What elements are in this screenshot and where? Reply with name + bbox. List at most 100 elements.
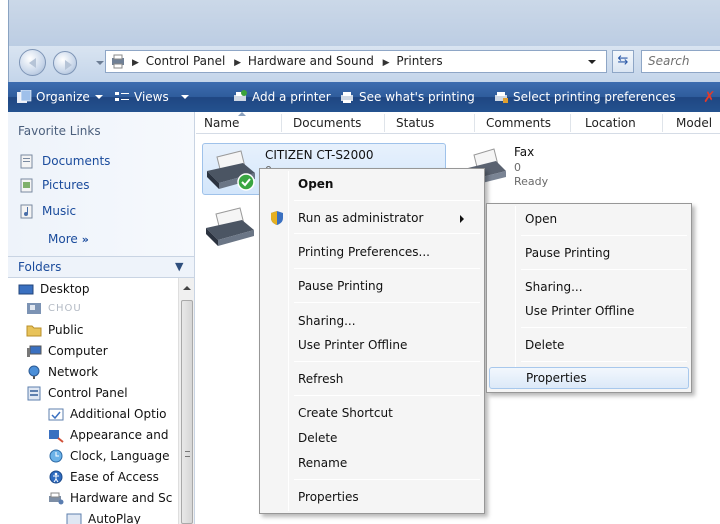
tree-item-label: Network xyxy=(48,365,99,379)
tree-item-desktop[interactable]: Desktop xyxy=(18,280,90,298)
column-divider[interactable] xyxy=(384,114,385,132)
printer-document-count: 0 xyxy=(514,161,521,174)
network-icon xyxy=(28,365,40,379)
menu-separator xyxy=(521,361,687,362)
menu-separator xyxy=(294,200,480,201)
submenu-item-pause-printing[interactable]: Pause Printing xyxy=(489,242,689,264)
menu-item-refresh[interactable]: Refresh xyxy=(262,368,482,390)
hardware-and-sound-icon xyxy=(49,492,64,504)
menu-item-pause-printing[interactable]: Pause Printing xyxy=(262,275,482,297)
tree-item-clock-language[interactable]: Clock, Language xyxy=(48,447,169,465)
address-box[interactable]: ▶ Control Panel ▶ Hardware and Sound ▶ P… xyxy=(105,50,607,73)
tree-item-network[interactable]: Network xyxy=(26,363,98,381)
tree-item-label: Desktop xyxy=(40,282,90,296)
scroll-up-arrow-icon[interactable] xyxy=(183,286,191,290)
double-chevron-icon: » xyxy=(81,233,89,246)
menu-separator xyxy=(521,269,687,270)
tree-item-label: Appearance and xyxy=(70,428,169,442)
run-as-administrator-label: Run as administrator xyxy=(298,211,424,225)
organize-button[interactable]: Organize xyxy=(16,82,103,112)
breadcrumb-printers[interactable]: Printers xyxy=(396,54,442,68)
views-button[interactable]: Views xyxy=(114,82,189,112)
crumb-separator-icon[interactable]: ▶ xyxy=(383,58,390,68)
more-links[interactable]: More» xyxy=(48,232,89,246)
breadcrumb-control-panel[interactable]: Control Panel xyxy=(146,54,226,68)
refresh-button[interactable]: ⇆ xyxy=(612,50,634,73)
menu-item-printing-preferences[interactable]: Printing Preferences... xyxy=(262,241,482,263)
printer-item[interactable] xyxy=(202,200,262,252)
submenu-item-sharing[interactable]: Sharing... xyxy=(489,276,689,298)
column-divider[interactable] xyxy=(570,114,571,132)
folder-tree: Desktop CHOU Public Computer Network Con… xyxy=(8,278,178,524)
column-name[interactable]: Name xyxy=(204,116,239,130)
submenu-item-delete[interactable]: Delete xyxy=(489,334,689,356)
tree-item-label: Computer xyxy=(48,344,108,358)
column-documents[interactable]: Documents xyxy=(293,116,361,130)
scrollbar-thumb[interactable] xyxy=(181,300,193,524)
menu-gutter xyxy=(515,206,516,390)
menu-item-rename[interactable]: Rename xyxy=(262,452,482,474)
menu-item-run-as-administrator[interactable]: Run as administrator xyxy=(262,207,482,229)
column-location[interactable]: Location xyxy=(585,116,636,130)
tree-item-additional-options[interactable]: Additional Optio xyxy=(48,405,167,423)
favorite-documents-label: Documents xyxy=(42,154,111,168)
tree-item-label: Clock, Language xyxy=(70,449,170,463)
folders-heading: Folders xyxy=(18,260,62,274)
select-printing-preferences-button[interactable]: Select printing preferences xyxy=(493,82,676,112)
tree-item-ease-of-access[interactable]: Ease of Access xyxy=(48,468,159,486)
menu-item-sharing[interactable]: Sharing... xyxy=(262,310,482,332)
recent-pages-dropdown[interactable] xyxy=(96,61,104,65)
printer-context-menu: Open Run as administrator Printing Prefe… xyxy=(259,168,485,514)
favorite-music[interactable]: Music xyxy=(20,202,76,220)
column-status[interactable]: Status xyxy=(396,116,434,130)
favorite-documents[interactable]: Documents xyxy=(20,152,110,170)
menu-separator xyxy=(294,395,480,396)
appearance-icon xyxy=(49,429,64,443)
add-printer-button[interactable]: Add a printer xyxy=(232,82,331,112)
computer-icon xyxy=(27,345,42,357)
tree-item-autoplay[interactable]: AutoPlay xyxy=(66,510,141,524)
tree-item-computer[interactable]: Computer xyxy=(26,342,108,360)
views-label: Views xyxy=(134,90,169,104)
tree-item-public[interactable]: Public xyxy=(26,321,84,339)
see-whats-printing-button[interactable]: See what's printing xyxy=(339,82,475,112)
forward-button[interactable] xyxy=(53,51,77,75)
submenu-item-use-printer-offline[interactable]: Use Printer Offline xyxy=(489,300,689,322)
documents-icon xyxy=(20,154,33,168)
tree-item-hardware-and-sound[interactable]: Hardware and Sc xyxy=(48,489,172,507)
printer-name: CITIZEN CT-S2000 xyxy=(265,148,374,162)
search-input[interactable]: Search xyxy=(641,50,720,73)
tree-item-label: CHOU xyxy=(48,302,82,314)
menu-item-delete[interactable]: Delete xyxy=(262,427,482,449)
menu-item-use-printer-offline[interactable]: Use Printer Offline xyxy=(262,334,482,356)
forward-arrow-icon xyxy=(65,60,72,70)
folder-tree-scrollbar[interactable] xyxy=(178,278,194,524)
chevron-down-icon: ▼ xyxy=(175,260,184,273)
breadcrumb-hardware-and-sound[interactable]: Hardware and Sound xyxy=(248,54,374,68)
submenu-item-open[interactable]: Open xyxy=(489,208,689,230)
address-dropdown-button[interactable] xyxy=(581,54,603,69)
folders-header[interactable]: Folders ▼ xyxy=(8,256,194,278)
column-model[interactable]: Model xyxy=(676,116,712,130)
organize-label: Organize xyxy=(36,90,90,104)
menu-item-create-shortcut[interactable]: Create Shortcut xyxy=(262,402,482,424)
favorite-pictures[interactable]: Pictures xyxy=(20,176,90,194)
column-comments[interactable]: Comments xyxy=(486,116,551,130)
tree-item-appearance[interactable]: Appearance and xyxy=(48,426,168,444)
tree-item-control-panel[interactable]: Control Panel xyxy=(26,384,128,402)
clock-globe-icon xyxy=(49,449,63,462)
menu-item-properties[interactable]: Properties xyxy=(262,486,482,508)
additional-options-icon xyxy=(48,408,64,420)
delete-printer-icon[interactable]: ✗ xyxy=(703,82,716,112)
tree-item-user[interactable]: CHOU xyxy=(26,299,82,317)
back-button[interactable] xyxy=(19,49,46,76)
column-divider[interactable] xyxy=(662,114,663,132)
menu-separator xyxy=(521,327,687,328)
menu-separator xyxy=(294,479,480,480)
column-divider[interactable] xyxy=(281,114,282,132)
menu-item-open[interactable]: Open xyxy=(262,173,482,195)
column-divider[interactable] xyxy=(474,114,475,132)
submenu-item-properties[interactable]: Properties xyxy=(489,367,689,389)
select-printing-preferences-label: Select printing preferences xyxy=(513,90,676,104)
crumb-separator-icon[interactable]: ▶ xyxy=(234,58,241,68)
